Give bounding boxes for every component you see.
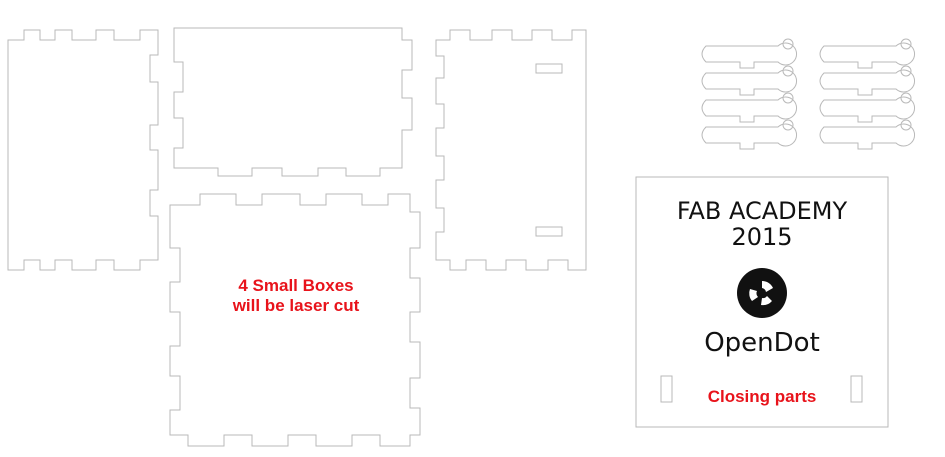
plate-brand: OpenDot — [704, 328, 820, 358]
latch-hook — [819, 123, 915, 150]
latch-hole — [900, 65, 912, 77]
latch-hook — [819, 69, 915, 96]
latch-hole — [782, 38, 794, 50]
latch-hook — [819, 42, 915, 69]
latch-hooks-left — [701, 38, 797, 150]
annotation-line-1: 4 Small Boxes — [238, 276, 354, 295]
latch-hole — [782, 65, 794, 77]
annotation-small-boxes: 4 Small Boxes will be laser cut — [196, 276, 396, 316]
opendot-logo-icon — [737, 268, 787, 318]
latch-hole — [900, 119, 912, 131]
plate-title-line-2: 2015 — [731, 223, 793, 251]
box-lid-panel — [173, 27, 413, 177]
plate-title-line-1: FAB ACADEMY — [676, 197, 848, 225]
side-panel-right — [435, 29, 587, 271]
latch-hook — [819, 96, 915, 123]
latch-hook — [701, 96, 797, 123]
latch-hole — [900, 92, 912, 104]
latch-hook — [701, 69, 797, 96]
slot-upper — [535, 63, 563, 74]
annotation-line-2: will be laser cut — [232, 296, 360, 315]
side-panel-left — [7, 29, 159, 271]
slot-lower — [535, 226, 563, 237]
plate-caption: Closing parts — [707, 387, 817, 406]
latch-hooks-right — [819, 38, 915, 150]
latch-hook — [701, 42, 797, 69]
latch-hole — [900, 38, 912, 50]
box-base-panel — [169, 193, 421, 447]
latch-hook — [701, 123, 797, 150]
plate-title: FAB ACADEMY 2015 — [636, 198, 888, 250]
latch-hole — [782, 119, 794, 131]
latch-hole — [782, 92, 794, 104]
